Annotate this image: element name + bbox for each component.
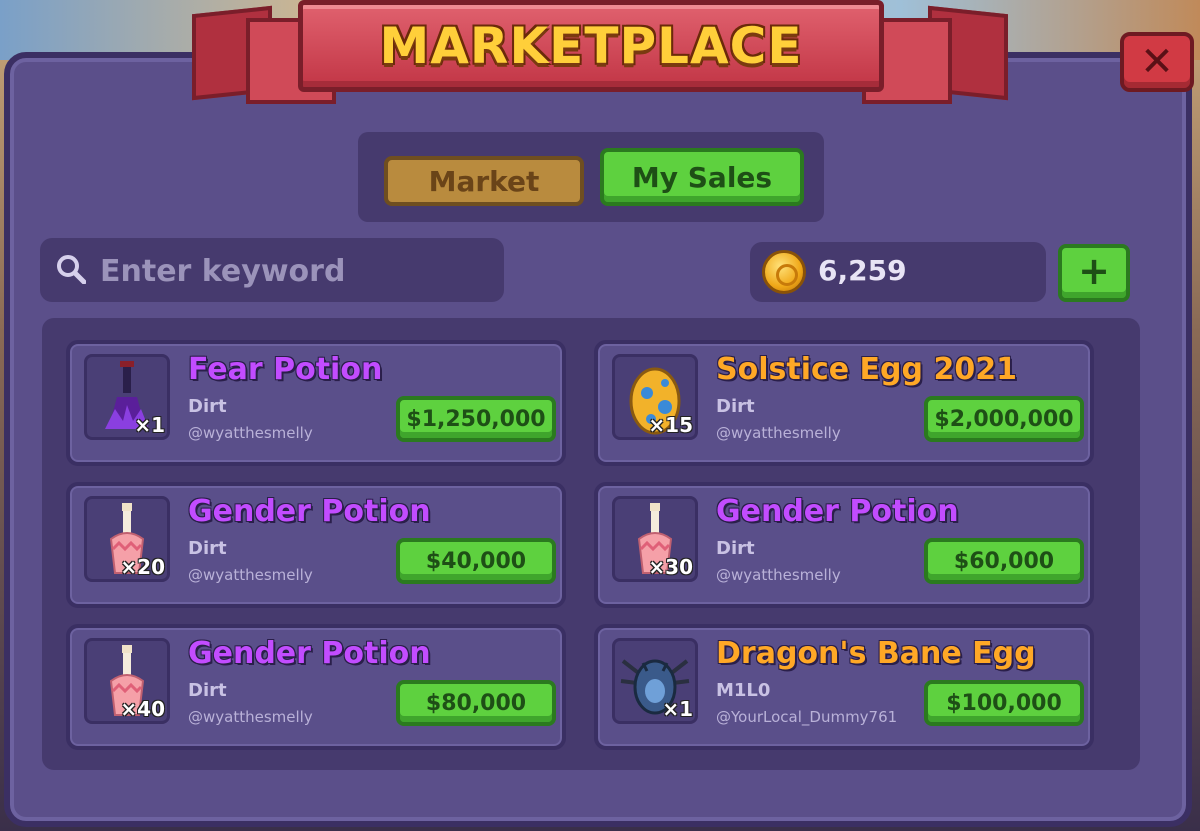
- item-name: Gender Potion: [716, 494, 959, 529]
- item-seller: @wyatthesmelly: [188, 566, 313, 584]
- item-subtitle: Dirt: [188, 680, 227, 701]
- listing-card[interactable]: ×1 Dragon's Bane Egg M1L0 @YourLocal_Dum…: [594, 624, 1094, 750]
- item-subtitle: M1L0: [716, 680, 771, 701]
- listing-card[interactable]: ×1 Fear Potion Dirt @wyatthesmelly $1,25…: [66, 340, 566, 466]
- listing-card[interactable]: ×20 Gender Potion Dirt @wyatthesmelly $4…: [66, 482, 566, 608]
- item-thumbnail: ×30: [612, 496, 698, 582]
- search-input[interactable]: [98, 248, 492, 294]
- tab-market[interactable]: Market: [384, 156, 584, 206]
- price-button[interactable]: $40,000: [396, 538, 556, 584]
- item-thumbnail: ×1: [612, 638, 698, 724]
- coin-icon: [762, 250, 806, 294]
- price-button[interactable]: $60,000: [924, 538, 1084, 584]
- item-name: Dragon's Bane Egg: [716, 636, 1036, 671]
- price-button[interactable]: $100,000: [924, 680, 1084, 726]
- item-seller: @wyatthesmelly: [188, 424, 313, 442]
- item-seller: @wyatthesmelly: [716, 566, 841, 584]
- item-quantity: ×40: [120, 697, 165, 721]
- listings-grid: ×1 Fear Potion Dirt @wyatthesmelly $1,25…: [42, 318, 1140, 770]
- coin-balance: 6,259: [750, 242, 1046, 302]
- search-box: [40, 238, 504, 302]
- item-subtitle: Dirt: [188, 538, 227, 559]
- close-icon: ✕: [1140, 39, 1174, 85]
- listing-card[interactable]: ×15 Solstice Egg 2021 Dirt @wyatthesmell…: [594, 340, 1094, 466]
- item-seller: @wyatthesmelly: [188, 708, 313, 726]
- title-banner: MARKETPLACE: [298, 0, 884, 92]
- item-quantity: ×20: [120, 555, 165, 579]
- add-coins-button[interactable]: +: [1058, 244, 1130, 302]
- item-thumbnail: ×40: [84, 638, 170, 724]
- page-title: MARKETPLACE: [379, 17, 803, 75]
- item-name: Fear Potion: [188, 352, 383, 387]
- coin-balance-value: 6,259: [818, 254, 907, 287]
- listing-card[interactable]: ×30 Gender Potion Dirt @wyatthesmelly $6…: [594, 482, 1094, 608]
- price-button[interactable]: $80,000: [396, 680, 556, 726]
- item-seller: @YourLocal_Dummy761: [716, 708, 898, 726]
- item-name: Gender Potion: [188, 636, 431, 671]
- item-subtitle: Dirt: [716, 396, 755, 417]
- item-name: Solstice Egg 2021: [716, 352, 1017, 387]
- item-quantity: ×1: [662, 697, 693, 721]
- item-thumbnail: ×20: [84, 496, 170, 582]
- item-seller: @wyatthesmelly: [716, 424, 841, 442]
- item-quantity: ×1: [134, 413, 165, 437]
- item-subtitle: Dirt: [716, 538, 755, 559]
- tab-bar: Market My Sales: [358, 132, 824, 222]
- listing-card[interactable]: ×40 Gender Potion Dirt @wyatthesmelly $8…: [66, 624, 566, 750]
- item-name: Gender Potion: [188, 494, 431, 529]
- item-subtitle: Dirt: [188, 396, 227, 417]
- price-button[interactable]: $1,250,000: [396, 396, 556, 442]
- item-thumbnail: ×15: [612, 354, 698, 440]
- search-icon: [57, 255, 86, 284]
- plus-icon: +: [1078, 249, 1110, 293]
- close-button[interactable]: ✕: [1120, 32, 1194, 92]
- item-quantity: ×30: [648, 555, 693, 579]
- price-button[interactable]: $2,000,000: [924, 396, 1084, 442]
- tab-my-sales[interactable]: My Sales: [600, 148, 804, 206]
- item-quantity: ×15: [648, 413, 693, 437]
- item-thumbnail: ×1: [84, 354, 170, 440]
